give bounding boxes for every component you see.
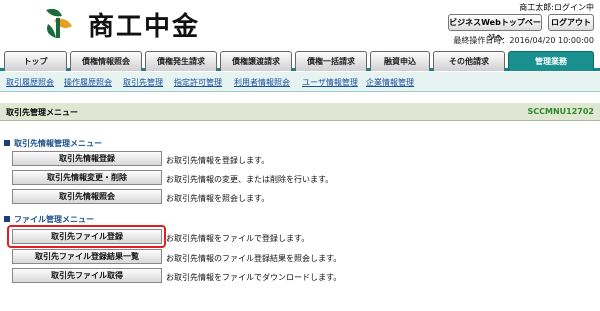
bullet-square-icon <box>4 140 10 146</box>
tab-credit-inquiry[interactable]: 債権情報照会 <box>70 51 142 71</box>
page-title: 取引先管理メニュー <box>6 108 78 117</box>
highlight-box <box>7 225 166 248</box>
tab-admin[interactable]: 管理業務 <box>508 51 594 71</box>
tab-loan-application[interactable]: 融資申込 <box>370 51 430 71</box>
subnav-operation-history[interactable]: 操作履歴照会 <box>64 77 112 88</box>
tab-other-requests[interactable]: その他請求 <box>433 51 505 71</box>
main-tabs: トップ 債権情報照会 債権発生請求 債権譲渡請求 債権一括請求 融資申込 その他… <box>0 49 600 71</box>
logo-icon <box>40 6 76 40</box>
page-title-bar: 取引先管理メニュー SCCMNU12702 <box>0 103 600 121</box>
tab-top[interactable]: トップ <box>4 51 67 71</box>
last-operation-time: 最終操作日時：2016/04/20 10:00:00 <box>453 36 594 45</box>
subnav-designated-permission[interactable]: 指定許可管理 <box>174 77 222 88</box>
section-heading-info: 取引先情報管理メニュー <box>4 138 102 149</box>
register-partner-desc: お取引先情報を登録します。 <box>166 156 270 165</box>
download-partner-file-desc: お取引先情報をファイルでダウンロードします。 <box>166 273 342 282</box>
modify-delete-partner-desc: お取引先情報の変更、または削除を行います。 <box>166 175 334 184</box>
download-partner-file-button[interactable]: 取引先ファイル取得 <box>12 268 162 283</box>
tab-credit-issue[interactable]: 債権発生請求 <box>145 51 217 71</box>
subnav-user-info-inquiry[interactable]: 利用者情報照会 <box>234 77 290 88</box>
user-status: 商工太郎:ログイン中 <box>519 3 594 12</box>
partner-file-results-desc: お取引先情報のファイル登録結果を照会します。 <box>166 254 342 263</box>
inquire-partner-desc: お取引先情報を照会します。 <box>166 194 270 203</box>
partner-file-results-button[interactable]: 取引先ファイル登録結果一覧 <box>12 249 162 264</box>
screen-code: SCCMNU12702 <box>527 107 595 116</box>
logout-button[interactable]: ログアウト <box>548 14 594 31</box>
subnav-business-partner-management[interactable]: 取引先管理 <box>123 77 163 88</box>
modify-delete-partner-button[interactable]: 取引先情報変更・削除 <box>12 170 162 185</box>
tab-bulk-request[interactable]: 債権一括請求 <box>295 51 367 71</box>
logo-text: 商工中金 <box>88 12 201 42</box>
inquire-partner-button[interactable]: 取引先情報照会 <box>12 189 162 204</box>
sub-navigation: 取引履歴照会 操作履歴照会 取引先管理 指定許可管理 利用者情報照会 ユーザ情報… <box>0 72 600 92</box>
web-top-page-button[interactable]: ビジネスWebトップページへ <box>448 14 542 42</box>
header: 商工中金 商工太郎:ログイン中 ビジネスWebトップページへ ログアウト 最終操… <box>0 0 600 47</box>
register-partner-button[interactable]: 取引先情報登録 <box>12 151 162 166</box>
section-heading-file-label: ファイル管理メニュー <box>14 215 94 224</box>
tab-credit-transfer[interactable]: 債権譲渡請求 <box>220 51 292 71</box>
section-heading-info-label: 取引先情報管理メニュー <box>14 139 102 148</box>
subnav-transaction-history[interactable]: 取引履歴照会 <box>6 77 54 88</box>
section-heading-file: ファイル管理メニュー <box>4 214 94 225</box>
bullet-square-icon <box>4 216 10 222</box>
register-partner-file-desc: お取引先情報をファイルで登録します。 <box>166 234 310 243</box>
subnav-company-info-management[interactable]: 企業情報管理 <box>366 77 414 88</box>
subnav-user-info-management[interactable]: ユーザ情報管理 <box>302 77 358 88</box>
